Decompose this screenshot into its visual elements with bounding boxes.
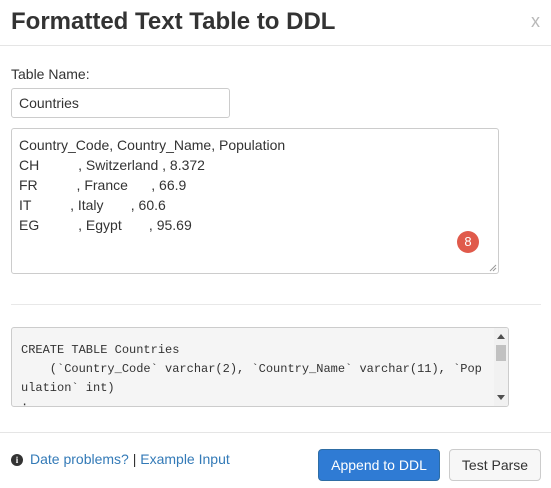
test-parse-button[interactable]: Test Parse [449,449,541,481]
ddl-scrollbar[interactable] [494,328,508,406]
resize-handle-icon[interactable] [489,264,497,272]
formatted-text-input[interactable]: Country_Code, Country_Name, Population C… [11,128,499,274]
dialog-title: Formatted Text Table to DDL [11,8,336,35]
text-line: Country_Code, Country_Name, Population [19,137,286,153]
ddl-line: ulation` int) [21,381,115,395]
text-line: CH , Switzerland , 8.372 [19,157,205,173]
date-problems-link[interactable]: Date problems? [30,451,129,467]
ddl-line: (`Country_Code` varchar(2), `Country_Nam… [21,362,482,376]
table-name-input[interactable] [11,88,230,118]
text-line: FR , France , 66.9 [19,177,187,193]
close-button[interactable]: x [531,12,540,30]
link-separator: | [132,451,137,467]
ddl-output[interactable]: CREATE TABLE Countries (`Country_Code` v… [11,327,509,407]
ddl-line: CREATE TABLE Countries [21,343,180,357]
scroll-up-icon[interactable] [497,334,505,339]
text-line: IT , Italy , 60.6 [19,197,166,213]
scroll-thumb[interactable] [496,345,506,361]
scroll-down-icon[interactable] [497,395,505,400]
text-line: EG , Egypt , 95.69 [19,217,192,233]
ddl-line: ; [21,400,29,407]
dialog-header: Formatted Text Table to DDL x [0,0,551,46]
formatted-text-content: Country_Code, Country_Name, Population C… [19,135,285,235]
info-icon: i [11,454,23,466]
append-to-ddl-button[interactable]: Append to DDL [318,449,440,481]
example-input-link[interactable]: Example Input [140,451,230,467]
divider [11,304,541,305]
count-badge: 8 [457,231,479,253]
dialog-footer: i Date problems? | Example Input Append … [0,432,551,488]
ddl-code: CREATE TABLE Countries (`Country_Code` v… [21,341,482,407]
table-name-label: Table Name: [11,66,90,82]
footer-links: Date problems? | Example Input [30,451,230,467]
